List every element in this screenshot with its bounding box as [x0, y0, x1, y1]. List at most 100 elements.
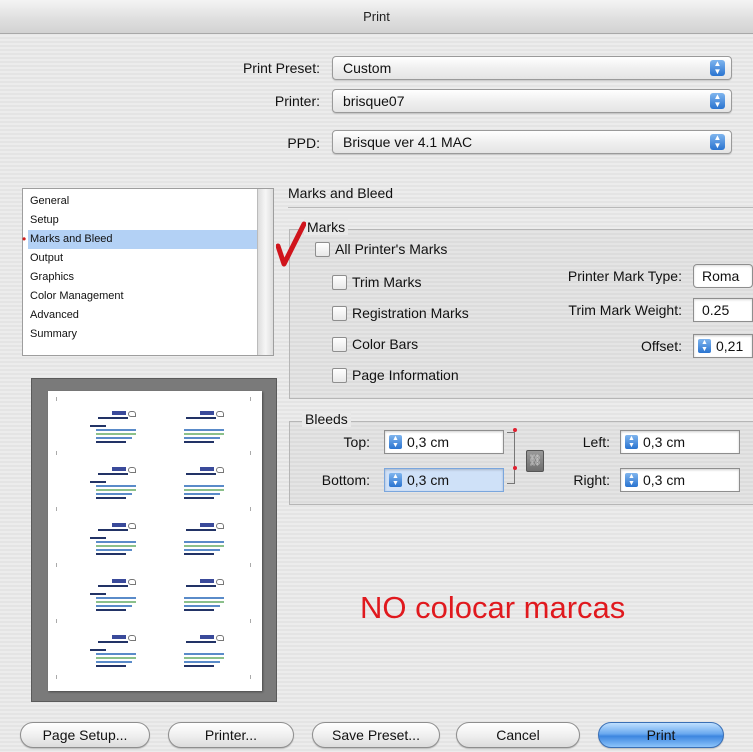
thumbnail-line [96, 661, 132, 663]
sidebar-item-label: Marks and Bleed [30, 233, 113, 245]
printer-button[interactable]: Printer... [168, 722, 294, 748]
sidebar-item-marks-and-bleed[interactable]: • Marks and Bleed [22, 230, 260, 249]
trim-mark-weight-field[interactable]: 0.25 [693, 298, 753, 322]
cancel-button[interactable]: Cancel [456, 722, 580, 748]
sidebar-item-setup[interactable]: Setup [28, 211, 260, 230]
ppd-popup[interactable]: Brisque ver 4.1 MAC ▲ ▼ [332, 130, 732, 154]
popup-arrows-icon: ▲ ▼ [710, 134, 725, 150]
window-title: Print [0, 0, 753, 34]
thumbnail-line [96, 437, 132, 439]
thumbnail-icon [128, 467, 136, 473]
stepper-icon[interactable]: ▲ ▼ [698, 339, 711, 353]
print-preset-value: Custom [343, 60, 392, 76]
trim-mark-weight-label: Trim Mark Weight: [568, 302, 682, 318]
thumbnail-line [96, 497, 126, 499]
crop-mark [250, 563, 251, 567]
thumbnail-line [184, 661, 220, 663]
bleed-left-value: 0,3 cm [643, 434, 686, 450]
bleeds-group-title: Bleeds [302, 411, 351, 427]
thumbnail-line [184, 657, 224, 659]
thumbnail-line [90, 537, 106, 539]
thumbnail-title [200, 523, 214, 527]
thumbnail-line [184, 601, 224, 603]
crop-mark [250, 507, 251, 511]
thumbnail-title [200, 467, 214, 471]
bleed-bottom-field[interactable]: ▲ ▼ 0,3 cm [384, 468, 504, 492]
color-bars-checkbox[interactable] [332, 337, 347, 352]
bleed-top-value: 0,3 cm [407, 434, 450, 450]
preview-thumbnail-card [174, 523, 244, 575]
thumbnail-line [184, 541, 224, 543]
trim-marks-checkbox[interactable] [332, 275, 347, 290]
thumbnail-title [112, 635, 126, 639]
thumbnail-line [184, 597, 224, 599]
chain-link-icon[interactable]: ⛓ [526, 450, 544, 472]
sidebar-item-color-management[interactable]: Color Management [28, 287, 260, 306]
print-preset-label: Print Preset: [242, 60, 320, 76]
thumbnail-line [98, 417, 128, 419]
offset-field[interactable]: ▲ ▼ 0,21 [693, 334, 753, 358]
preview-paper [48, 391, 262, 691]
sidebar-item-general[interactable]: General [28, 192, 260, 211]
thumbnail-line [96, 441, 126, 443]
sidebar-item-graphics[interactable]: Graphics [28, 268, 260, 287]
preview-thumbnail-card [174, 579, 244, 631]
color-bars-label: Color Bars [352, 336, 419, 352]
thumbnail-line [184, 433, 224, 435]
page-setup-button[interactable]: Page Setup... [20, 722, 150, 748]
thumbnail-line [96, 609, 126, 611]
page-information-checkbox[interactable] [332, 368, 347, 383]
printer-popup[interactable]: brisque07 ▲ ▼ [332, 89, 732, 113]
list-scrollbar[interactable] [257, 189, 273, 355]
thumbnail-line [186, 417, 216, 419]
link-bracket [507, 432, 515, 484]
sidebar-item-summary[interactable]: Summary [28, 325, 260, 344]
crop-mark [56, 397, 57, 401]
thumbnail-line [96, 605, 132, 607]
sidebar-item-advanced[interactable]: Advanced [28, 306, 260, 325]
thumbnail-line [184, 609, 214, 611]
stepper-icon[interactable]: ▲ ▼ [625, 473, 638, 487]
save-preset-button[interactable]: Save Preset... [312, 722, 440, 748]
thumbnail-line [96, 665, 126, 667]
crop-mark [56, 507, 57, 511]
thumbnail-line [184, 489, 224, 491]
thumbnail-line [186, 473, 216, 475]
stepper-icon[interactable]: ▲ ▼ [625, 435, 638, 449]
print-button[interactable]: Print [598, 722, 724, 748]
stepper-icon[interactable]: ▲ ▼ [389, 435, 402, 449]
thumbnail-icon [216, 635, 224, 641]
section-divider [288, 207, 753, 208]
thumbnail-title [112, 523, 126, 527]
selection-bullet-icon: • [22, 232, 27, 246]
thumbnail-line [98, 473, 128, 475]
thumbnail-line [184, 497, 214, 499]
bleed-top-field[interactable]: ▲ ▼ 0,3 cm [384, 430, 504, 454]
thumbnail-icon [216, 411, 224, 417]
bleed-left-field[interactable]: ▲ ▼ 0,3 cm [620, 430, 740, 454]
popup-arrows-icon: ▲ ▼ [710, 93, 725, 109]
thumbnail-line [96, 597, 136, 599]
preview-thumbnail-card [174, 411, 244, 463]
thumbnail-line [184, 493, 220, 495]
thumbnail-icon [128, 579, 136, 585]
thumbnail-line [90, 425, 106, 427]
all-printers-marks-checkbox[interactable] [315, 242, 330, 257]
thumbnail-line [96, 545, 136, 547]
stepper-icon[interactable]: ▲ ▼ [389, 473, 402, 487]
registration-marks-label: Registration Marks [352, 305, 469, 321]
thumbnail-line [184, 437, 220, 439]
printer-mark-type-popup[interactable]: Roma [693, 264, 753, 288]
bleed-right-field[interactable]: ▲ ▼ 0,3 cm [620, 468, 740, 492]
trim-marks-label: Trim Marks [352, 274, 422, 290]
sidebar-item-output[interactable]: Output [28, 249, 260, 268]
thumbnail-line [184, 485, 224, 487]
thumbnail-line [96, 653, 136, 655]
printer-mark-type-label: Printer Mark Type: [567, 268, 682, 284]
print-preset-popup[interactable]: Custom ▲ ▼ [332, 56, 732, 80]
registration-marks-checkbox[interactable] [332, 306, 347, 321]
preview-thumbnail-card [86, 467, 156, 519]
ppd-label: PPD: [287, 135, 320, 151]
bleed-right-label: Right: [573, 472, 610, 488]
preview-thumbnail-card [174, 467, 244, 519]
